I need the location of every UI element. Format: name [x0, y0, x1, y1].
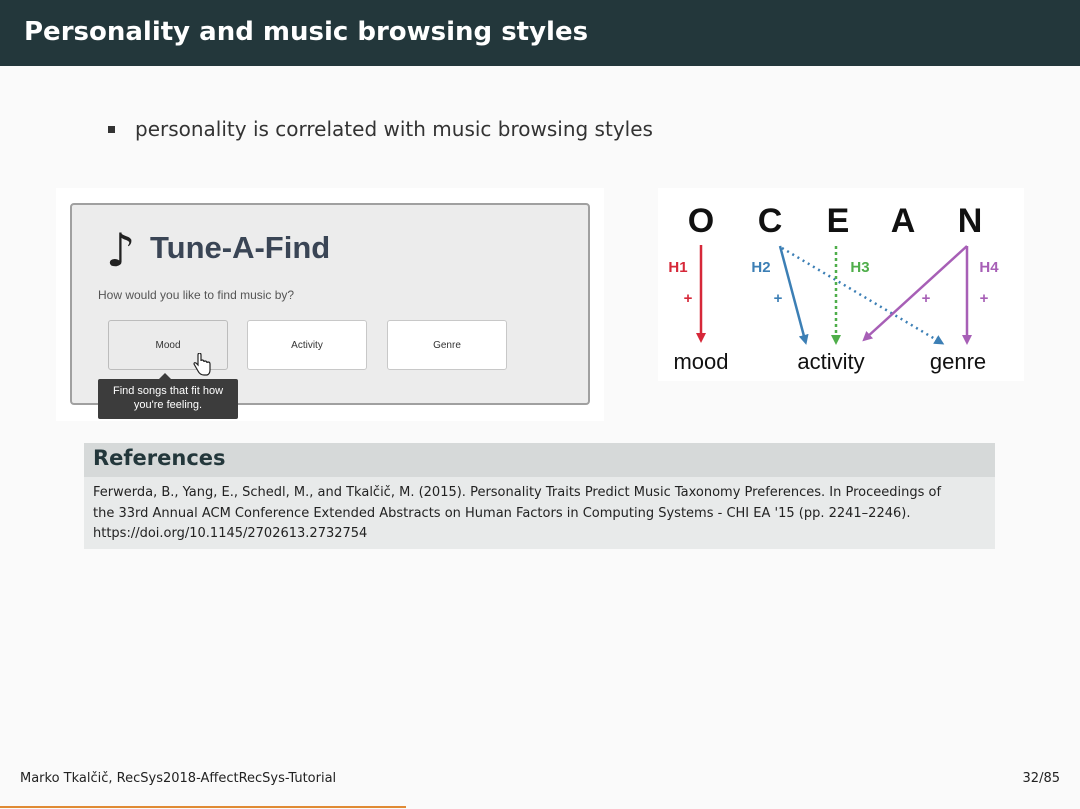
hypothesis-h4: H4	[979, 259, 999, 276]
genre-button[interactable]: Genre	[387, 320, 507, 370]
references-block: References Ferwerda, B., Yang, E., Sched…	[84, 443, 995, 549]
bullet-text: personality is correlated with music bro…	[135, 117, 653, 141]
slide-title: Personality and music browsing styles	[24, 17, 589, 47]
target-genre: genre	[930, 349, 986, 374]
trait-n: N	[958, 202, 983, 240]
hypothesis-h3: H3	[850, 259, 869, 276]
hypothesis-h2: H2	[751, 259, 770, 276]
slide-progress-bar	[0, 806, 406, 808]
reference-entry: Ferwerda, B., Yang, E., Schedl, M., and …	[93, 483, 988, 545]
trait-o: O	[688, 202, 714, 240]
references-heading: References	[93, 446, 226, 470]
tooltip-line-1: Find songs that fit how	[112, 385, 224, 397]
trait-a: A	[891, 202, 916, 240]
trait-e: E	[827, 202, 850, 240]
mood-tooltip: Find songs that fit how you're feeling.	[98, 379, 238, 419]
target-mood: mood	[673, 349, 728, 374]
footer-page-number: 32/85	[1022, 771, 1060, 786]
references-header: References	[84, 443, 995, 477]
activity-button[interactable]: Activity	[247, 320, 367, 370]
reference-line-1: Ferwerda, B., Yang, E., Schedl, M., and …	[93, 485, 942, 500]
find-music-question: How would you like to find music by?	[98, 288, 295, 302]
reference-doi-link[interactable]: https://doi.org/10.1145/2702613.2732754	[93, 524, 988, 545]
hypothesis-h1: H1	[668, 259, 687, 276]
tooltip-line-2: you're feeling.	[133, 399, 203, 411]
trait-c: C	[758, 202, 783, 240]
h4-arrow-activity	[862, 245, 968, 342]
tune-a-find-frame: ♪ Tune-A-Find How would you like to find…	[70, 203, 590, 405]
tune-a-find-screenshot: ♪ Tune-A-Find How would you like to find…	[56, 188, 604, 421]
footer-author: Marko Tkalčič, RecSys2018-AffectRecSys-T…	[20, 771, 337, 786]
h2-arrow-activity	[778, 245, 809, 345]
target-activity: activity	[797, 349, 864, 374]
music-note-icon: ♪	[106, 223, 136, 277]
h4-plus-sign-right: +	[980, 290, 989, 307]
h1-plus-sign: +	[684, 290, 693, 307]
references-body: Ferwerda, B., Yang, E., Schedl, M., and …	[84, 477, 995, 549]
h4-plus-sign-left: +	[922, 290, 931, 307]
reference-line-2: the 33rd Annual ACM Conference Extended …	[93, 505, 911, 521]
title-bar: Personality and music browsing styles	[0, 0, 1080, 66]
h2-plus-sign: +	[774, 290, 783, 307]
ocean-hypotheses-diagram: O C E A N H1 H2 H3 H4 + + + + mood activ…	[658, 188, 1024, 381]
bullet-square-icon	[108, 126, 115, 133]
tune-a-find-logo: Tune-A-Find	[150, 230, 331, 265]
hand-cursor-icon	[193, 353, 211, 376]
ocean-diagram-svg: O C E A N H1 H2 H3 H4 + + + + mood activ…	[668, 202, 999, 374]
